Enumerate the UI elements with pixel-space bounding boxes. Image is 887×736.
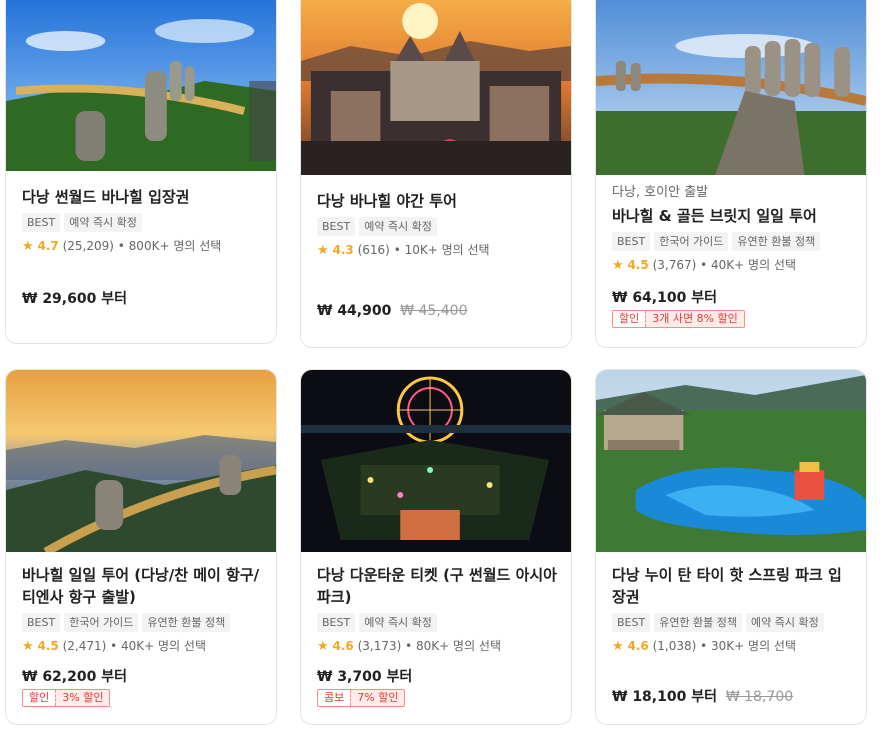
popularity: 40K+ 명의 선택 bbox=[121, 639, 207, 653]
star-icon: ★ bbox=[612, 639, 624, 654]
departure-origin: 다낭, 호이안 출발 bbox=[612, 185, 709, 200]
product-image bbox=[301, 370, 571, 552]
badge: BEST bbox=[612, 613, 651, 632]
badge: 예약 즉시 확정 bbox=[359, 217, 437, 236]
badge: BEST bbox=[612, 232, 651, 251]
badge-list: BEST 한국어 가이드 유연한 환불 정책 bbox=[22, 613, 262, 632]
separator: • bbox=[405, 639, 413, 653]
popularity: 80K+ 명의 선택 bbox=[416, 639, 502, 653]
review-count: (25,209) bbox=[62, 239, 114, 253]
star-icon: ★ bbox=[612, 258, 624, 273]
badge-list: BEST 예약 즉시 확정 bbox=[317, 217, 557, 236]
review-count: (3,173) bbox=[357, 639, 402, 653]
badge: 예약 즉시 확정 bbox=[359, 613, 437, 632]
product-card-3[interactable]: 다낭, 호이안 출발 바나힐 & 골든 브릿지 일일 투어 BEST 한국어 가… bbox=[595, 0, 867, 348]
promo-badge: 콤보 7% 할인 bbox=[317, 689, 406, 707]
rating-score: 4.7 bbox=[37, 239, 59, 253]
badge-list: BEST 한국어 가이드 유연한 환불 정책 bbox=[612, 232, 852, 251]
price: ₩ 3,700 부터 bbox=[317, 666, 412, 686]
product-card-1[interactable]: 다낭 썬월드 바나힐 입장권 BEST 예약 즉시 확정 ★ 4.7 (25,2… bbox=[5, 0, 277, 344]
badge: BEST bbox=[22, 613, 61, 632]
product-image bbox=[6, 370, 276, 552]
product-image bbox=[596, 0, 866, 175]
promo-text: 3개 사면 8% 할인 bbox=[645, 311, 744, 327]
review-count: (1,038) bbox=[652, 639, 697, 653]
product-image bbox=[6, 0, 276, 171]
review-count: (616) bbox=[357, 243, 390, 257]
product-title: 다낭 다운타운 티켓 (구 썬월드 아시아 파크) bbox=[317, 566, 557, 606]
badge: BEST bbox=[22, 213, 61, 232]
separator: • bbox=[117, 239, 125, 253]
price-value: ₩ 62,200 부터 bbox=[22, 669, 127, 685]
rating-row: ★ 4.7 (25,209) • 800K+ 명의 선택 bbox=[22, 238, 262, 255]
price: ₩ 62,200 부터 bbox=[22, 666, 127, 686]
separator: • bbox=[700, 258, 708, 272]
badge: 한국어 가이드 bbox=[64, 613, 139, 632]
popularity: 10K+ 명의 선택 bbox=[404, 243, 490, 257]
promo-tag: 할인 bbox=[23, 690, 56, 706]
rating-score: 4.5 bbox=[37, 639, 59, 653]
product-title: 다낭 바나힐 야간 투어 bbox=[317, 192, 457, 210]
separator: • bbox=[110, 639, 118, 653]
badge: 예약 즉시 확정 bbox=[746, 613, 824, 632]
product-image bbox=[301, 0, 571, 175]
separator: • bbox=[393, 243, 401, 257]
rating-score: 4.5 bbox=[627, 258, 649, 272]
rating-row: ★ 4.5 (3,767) • 40K+ 명의 선택 bbox=[612, 257, 852, 274]
price: ₩ 64,100 부터 bbox=[612, 287, 717, 307]
promo-badge: 할인 3% 할인 bbox=[22, 689, 111, 707]
badge-list: BEST 예약 즉시 확정 bbox=[317, 613, 557, 632]
promo-text: 3% 할인 bbox=[55, 690, 110, 706]
price-value: ₩ 64,100 부터 bbox=[612, 290, 717, 306]
product-card-6[interactable]: 다낭 누이 탄 타이 핫 스프링 파크 입장권 BEST 유연한 환불 정책 예… bbox=[595, 369, 867, 725]
star-icon: ★ bbox=[22, 239, 34, 254]
badge: 예약 즉시 확정 bbox=[64, 213, 142, 232]
rating-score: 4.6 bbox=[332, 639, 354, 653]
badge: 유연한 환불 정책 bbox=[654, 613, 743, 632]
popularity: 40K+ 명의 선택 bbox=[711, 258, 797, 272]
promo-tag: 콤보 bbox=[318, 690, 351, 706]
star-icon: ★ bbox=[317, 243, 329, 258]
badge-list: BEST 예약 즉시 확정 bbox=[22, 213, 262, 232]
product-card-4[interactable]: 바나힐 일일 투어 (다낭/찬 메이 항구/티엔사 항구 출발) BEST 한국… bbox=[5, 369, 277, 725]
star-icon: ★ bbox=[22, 639, 34, 654]
product-image bbox=[596, 370, 866, 552]
product-card-2[interactable]: 다낭 바나힐 야간 투어 BEST 예약 즉시 확정 ★ 4.3 (616) •… bbox=[300, 0, 572, 348]
badge: 한국어 가이드 bbox=[654, 232, 729, 251]
star-icon: ★ bbox=[317, 639, 329, 654]
price: ₩ 29,600 부터 bbox=[22, 288, 127, 308]
price-value: ₩ 3,700 부터 bbox=[317, 669, 413, 685]
badge: 유연한 환불 정책 bbox=[732, 232, 821, 251]
product-title: 다낭 썬월드 바나힐 입장권 bbox=[22, 188, 190, 206]
separator: • bbox=[700, 639, 708, 653]
popularity: 800K+ 명의 선택 bbox=[128, 239, 222, 253]
price-value: ₩ 18,100 부터 bbox=[612, 689, 717, 705]
rating-score: 4.3 bbox=[332, 243, 354, 257]
original-price: ₩ 45,400 bbox=[400, 303, 468, 319]
badge: 유연한 환불 정책 bbox=[142, 613, 231, 632]
badge-list: BEST 유연한 환불 정책 예약 즉시 확정 bbox=[612, 613, 852, 632]
price-value: ₩ 44,900 bbox=[317, 303, 392, 319]
review-count: (3,767) bbox=[652, 258, 697, 272]
rating-row: ★ 4.5 (2,471) • 40K+ 명의 선택 bbox=[22, 638, 262, 655]
badge: BEST bbox=[317, 613, 356, 632]
promo-tag: 할인 bbox=[613, 311, 646, 327]
product-title: 바나힐 & 골든 브릿지 일일 투어 bbox=[612, 207, 817, 225]
promo-badge: 할인 3개 사면 8% 할인 bbox=[612, 310, 745, 328]
rating-row: ★ 4.6 (3,173) • 80K+ 명의 선택 bbox=[317, 638, 557, 655]
price-value: ₩ 29,600 부터 bbox=[22, 291, 127, 307]
product-title: 바나힐 일일 투어 (다낭/찬 메이 항구/티엔사 항구 출발) bbox=[22, 566, 260, 606]
rating-row: ★ 4.6 (1,038) • 30K+ 명의 선택 bbox=[612, 638, 852, 655]
product-title: 다낭 누이 탄 타이 핫 스프링 파크 입장권 bbox=[612, 566, 842, 606]
price: ₩ 44,900 ₩ 45,400 bbox=[317, 303, 468, 319]
badge: BEST bbox=[317, 217, 356, 236]
original-price: ₩ 18,700 bbox=[725, 689, 794, 705]
promo-text: 7% 할인 bbox=[350, 690, 405, 706]
price: ₩ 18,100 부터 ₩ 18,700 bbox=[612, 686, 793, 706]
rating-score: 4.6 bbox=[627, 639, 649, 653]
popularity: 30K+ 명의 선택 bbox=[711, 639, 797, 653]
product-card-5[interactable]: 다낭 다운타운 티켓 (구 썬월드 아시아 파크) BEST 예약 즉시 확정 … bbox=[300, 369, 572, 725]
rating-row: ★ 4.3 (616) • 10K+ 명의 선택 bbox=[317, 242, 557, 259]
review-count: (2,471) bbox=[62, 639, 107, 653]
